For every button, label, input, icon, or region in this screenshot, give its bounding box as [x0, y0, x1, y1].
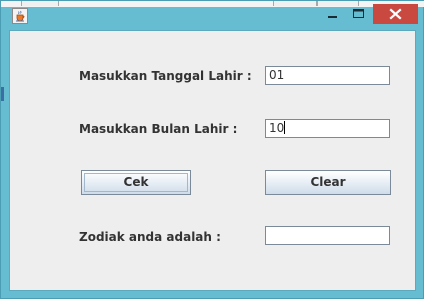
- bulan-label: Masukkan Bulan Lahir :: [79, 122, 238, 136]
- clear-button-label: Clear: [310, 175, 346, 189]
- close-button[interactable]: [373, 4, 418, 24]
- cek-button-label: Cek: [123, 175, 149, 189]
- minimize-icon: [328, 16, 337, 18]
- zodiak-output-field[interactable]: [265, 226, 390, 245]
- maximize-icon: [353, 9, 364, 18]
- bulan-input-value: 10: [269, 121, 285, 135]
- title-bar[interactable]: [1, 1, 423, 29]
- form-panel: Masukkan Tanggal Lahir : 01 Masukkan Bul…: [9, 30, 416, 291]
- maximize-button[interactable]: [345, 4, 371, 24]
- java-cup-icon: [12, 8, 28, 24]
- close-icon: [389, 8, 402, 20]
- cek-button[interactable]: Cek: [81, 170, 191, 195]
- text-caret: [284, 121, 286, 134]
- app-window: Masukkan Tanggal Lahir : 01 Masukkan Bul…: [0, 0, 424, 299]
- tanggal-label: Masukkan Tanggal Lahir :: [79, 69, 252, 83]
- zodiak-label: Zodiak anda adalah :: [79, 230, 221, 244]
- background-edge-marker: [1, 87, 4, 101]
- bulan-input[interactable]: 10: [265, 119, 390, 138]
- clear-button[interactable]: Clear: [265, 170, 391, 195]
- tanggal-input-value: 01: [269, 68, 285, 82]
- tanggal-input[interactable]: 01: [265, 66, 390, 85]
- minimize-button[interactable]: [319, 4, 345, 24]
